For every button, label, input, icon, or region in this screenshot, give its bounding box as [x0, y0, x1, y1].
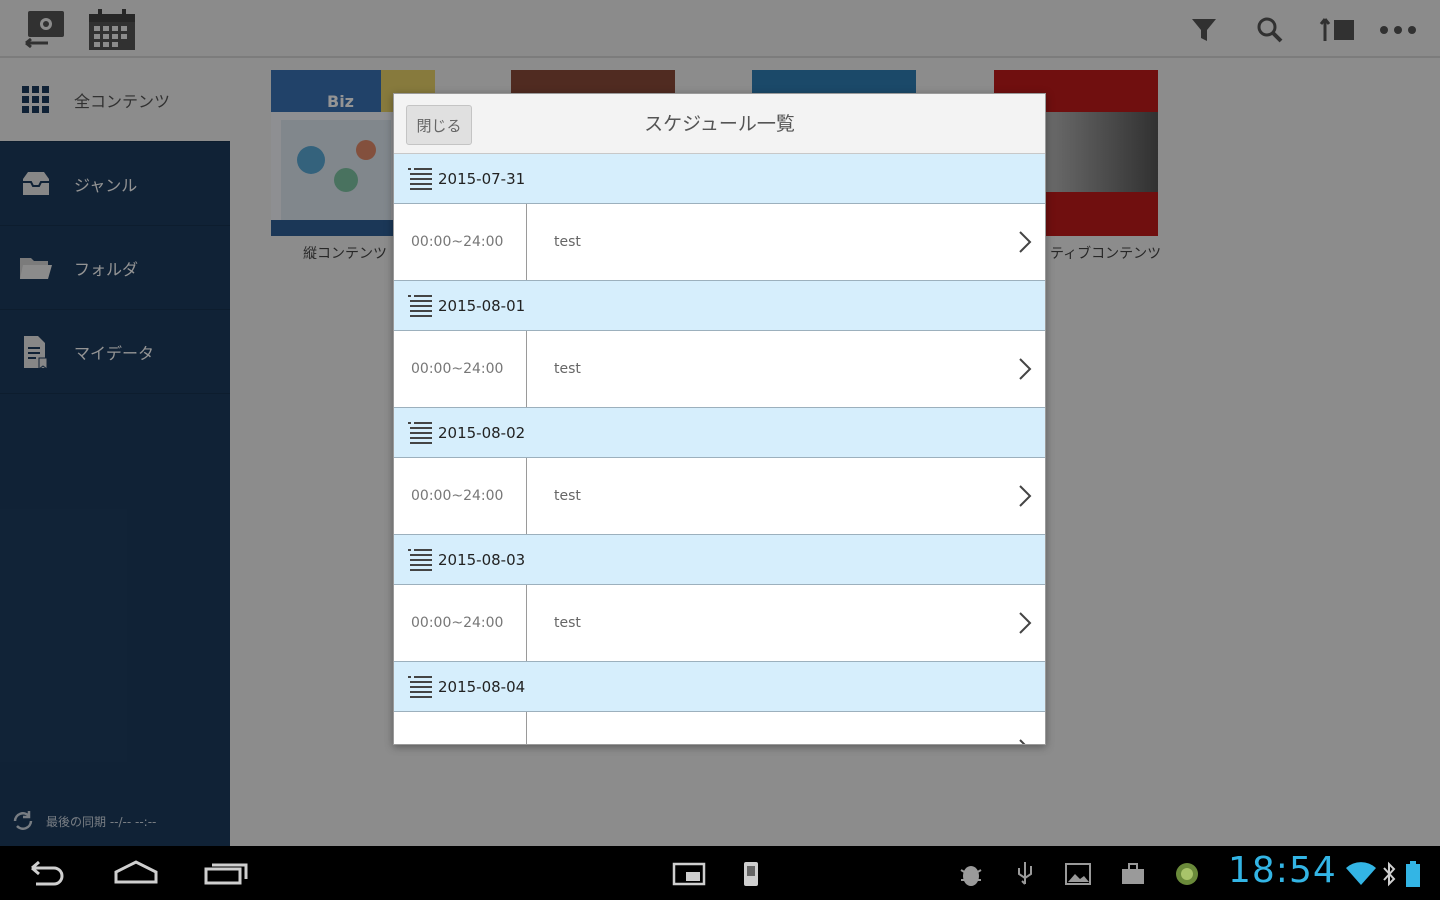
date-header: 2015-07-31 [394, 154, 1045, 204]
schedule-list[interactable]: 2015-07-31 00:00~24:00 test 2015-08-01 0… [394, 154, 1045, 744]
schedule-event-row[interactable] [394, 712, 1045, 744]
battery-icon [1402, 859, 1424, 889]
chevron-right-icon [1005, 458, 1045, 534]
chevron-right-icon [1005, 331, 1045, 407]
list-icon [406, 546, 434, 574]
date-label: 2015-08-01 [438, 296, 526, 315]
app-notification-icon [1172, 859, 1202, 889]
back-button[interactable] [16, 852, 76, 894]
status-clock: 18:54 [1228, 850, 1337, 891]
date-header: 2015-08-04 [394, 662, 1045, 712]
date-label: 2015-07-31 [438, 169, 526, 188]
debug-icon [956, 859, 986, 889]
dialog-title: スケジュール一覧 [644, 113, 795, 135]
schedule-event-row[interactable]: 00:00~24:00 test [394, 585, 1045, 662]
event-title: test [554, 361, 581, 377]
date-label: 2015-08-04 [438, 677, 526, 696]
chevron-right-icon [1005, 585, 1045, 661]
date-header: 2015-08-02 [394, 408, 1045, 458]
briefcase-icon [1118, 859, 1148, 889]
event-time: 00:00~24:00 [394, 331, 527, 407]
event-title [527, 712, 1005, 744]
bluetooth-icon [1378, 859, 1400, 889]
schedule-event-row[interactable]: 00:00~24:00 test [394, 204, 1045, 281]
date-header: 2015-08-01 [394, 281, 1045, 331]
list-icon [406, 419, 434, 447]
device-icon[interactable] [736, 859, 766, 889]
system-navigation-bar: 18:54 [0, 846, 1440, 900]
event-time: 00:00~24:00 [394, 585, 527, 661]
date-label: 2015-08-02 [438, 423, 526, 442]
date-header: 2015-08-03 [394, 535, 1045, 585]
event-title: test [554, 615, 581, 631]
usb-icon [1010, 859, 1040, 889]
date-label: 2015-08-03 [438, 550, 526, 569]
dialog-header: 閉じる スケジュール一覧 [394, 94, 1045, 154]
schedule-event-row[interactable]: 00:00~24:00 test [394, 458, 1045, 535]
wifi-icon [1344, 859, 1378, 889]
gallery-icon [1063, 859, 1093, 889]
schedule-list-dialog: 閉じる スケジュール一覧 2015-07-31 00:00~24:00 test… [393, 93, 1046, 745]
event-title: test [554, 234, 581, 250]
recent-apps-button[interactable] [196, 852, 256, 894]
chevron-right-icon [1005, 204, 1045, 280]
schedule-event-row[interactable]: 00:00~24:00 test [394, 331, 1045, 408]
event-time: 00:00~24:00 [394, 458, 527, 534]
list-icon [406, 673, 434, 701]
list-icon [406, 292, 434, 320]
list-icon [406, 165, 434, 193]
event-time [394, 712, 527, 744]
chevron-right-icon [1005, 712, 1045, 744]
event-title: test [554, 488, 581, 504]
event-time: 00:00~24:00 [394, 204, 527, 280]
screen-mirror-icon[interactable] [672, 859, 706, 889]
home-button[interactable] [106, 852, 166, 894]
close-button[interactable]: 閉じる [406, 105, 472, 145]
